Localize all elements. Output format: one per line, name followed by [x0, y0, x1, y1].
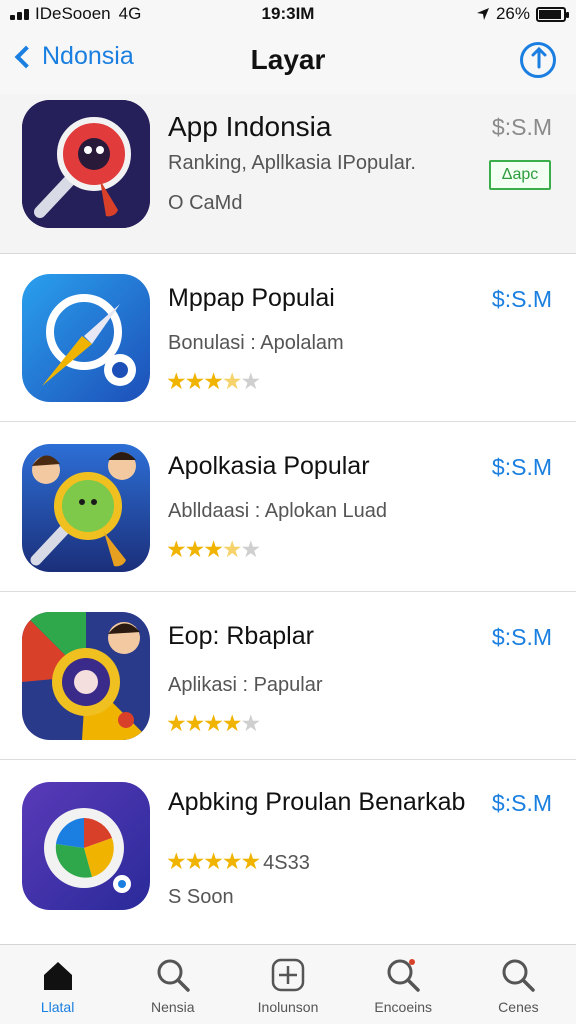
tab-label: Llatal [40, 999, 75, 1015]
app-icon-chrome [22, 782, 150, 910]
tab-label: Encoeins [374, 999, 432, 1015]
star-icon: ★ [184, 710, 206, 736]
app-meta: S Soon [168, 886, 234, 908]
location-icon [476, 8, 489, 20]
tab-search[interactable]: Nensia [115, 945, 230, 1024]
search-icon [157, 959, 190, 992]
star-icon: ★ [166, 536, 187, 562]
star-icon: ★ [166, 368, 187, 394]
battery-percent: 26% [495, 4, 530, 23]
star-icon: ★ [240, 368, 262, 394]
app-subtitle: Aplikasi : Papular [168, 674, 323, 696]
app-name: Apbking Proulan Benarkab [168, 788, 466, 816]
tab-categories[interactable]: Cenes [461, 945, 576, 1024]
star-icon: ★ [203, 710, 224, 736]
rating-stars: ★★★★★ [166, 710, 262, 737]
app-name: Mppap Populai [168, 284, 335, 312]
plus-icon [271, 958, 305, 992]
list-item[interactable]: Apbking Proulan Benarkab ★★★★★ 4S33 S Soo… [0, 760, 576, 944]
star-icon: ★ [240, 848, 262, 874]
signal-icon [10, 8, 29, 20]
list-item[interactable]: Apolkasia Popular Ablldaasi : Aplokan Lu… [0, 422, 576, 592]
app-subtitle: Ablldaasi : Aplokan Luad [168, 500, 388, 522]
star-icon: ★ [203, 848, 224, 874]
price-button[interactable]: $:S.M [492, 286, 552, 313]
star-icon: ★ [221, 536, 243, 562]
share-button[interactable] [520, 42, 556, 78]
app-icon-compass [22, 274, 150, 402]
star-icon: ★ [184, 368, 206, 394]
rating-stars: ★★★★★ [166, 368, 262, 395]
tab-add[interactable]: Inolunson [230, 945, 345, 1024]
star-icon: ★ [166, 710, 187, 736]
tab-discover[interactable]: Encoeins [346, 945, 461, 1024]
home-icon [43, 962, 72, 990]
rating-stars: ★★★★★ [166, 536, 262, 563]
star-icon: ★ [240, 536, 262, 562]
star-icon: ★ [221, 848, 243, 874]
tab-home[interactable]: Llatal [0, 945, 115, 1024]
search-icon [387, 959, 420, 992]
status-bar: IDeSooen 4G 19:3IM 26% [0, 0, 576, 28]
battery-fill [539, 9, 561, 19]
tab-label: Inolunson [257, 999, 319, 1015]
list-item[interactable]: Mppap Populai Bonulasi : Apolalam ★★★★★ … [0, 254, 576, 422]
tab-bar: Llatal Nensia Inolunson Encoeins Cenes [0, 944, 576, 1024]
star-icon: ★ [184, 848, 206, 874]
network-type: 4G [118, 4, 142, 23]
search-icon [502, 959, 536, 992]
app-name: Apolkasia Popular [168, 452, 370, 480]
featured-app-subtitle: Ranking, Apllkasia IPopular. [168, 152, 416, 174]
star-icon: ★ [166, 848, 187, 874]
star-icon: ★ [203, 536, 224, 562]
carrier-name: IDeSooen [35, 4, 111, 23]
rating-stars: ★★★★★ 4S33 [166, 848, 310, 875]
featured-price-button[interactable]: $:S.M [492, 114, 552, 141]
price-button[interactable]: $:S.M [492, 454, 552, 481]
star-icon: ★ [221, 368, 243, 394]
price-button[interactable]: $:S.M [492, 624, 552, 651]
rating-count: 4S33 [263, 852, 310, 874]
price-button[interactable]: $:S.M [492, 790, 552, 817]
list-item[interactable]: Eop: Rbaplar Aplikasi : Papular ★★★★★ $:… [0, 592, 576, 760]
tab-label: Nensia [151, 999, 195, 1015]
app-icon-magnifier [22, 444, 150, 572]
clock: 19:3IM [261, 4, 315, 23]
star-icon: ★ [240, 710, 262, 736]
page-title: Layar [250, 44, 326, 75]
tab-label: Cenes [498, 999, 539, 1015]
featured-badge[interactable]: Δapc [489, 160, 551, 190]
star-icon: ★ [184, 536, 206, 562]
nav-bar: Ndonsia Layar [0, 28, 576, 94]
featured-app-meta: O CaMd [168, 192, 243, 214]
star-icon: ★ [221, 710, 243, 736]
featured-app-name: App Indonsia [168, 111, 332, 142]
app-name: Eop: Rbaplar [168, 622, 314, 650]
share-icon [531, 47, 547, 69]
app-subtitle: Bonulasi : Apolalam [168, 332, 344, 354]
app-icon-pin [22, 612, 150, 740]
featured-app-icon [22, 100, 150, 228]
featured-app[interactable]: App Indonsia Ranking, Apllkasia IPopular… [0, 94, 576, 254]
battery-icon [536, 6, 569, 22]
star-icon: ★ [203, 368, 224, 394]
